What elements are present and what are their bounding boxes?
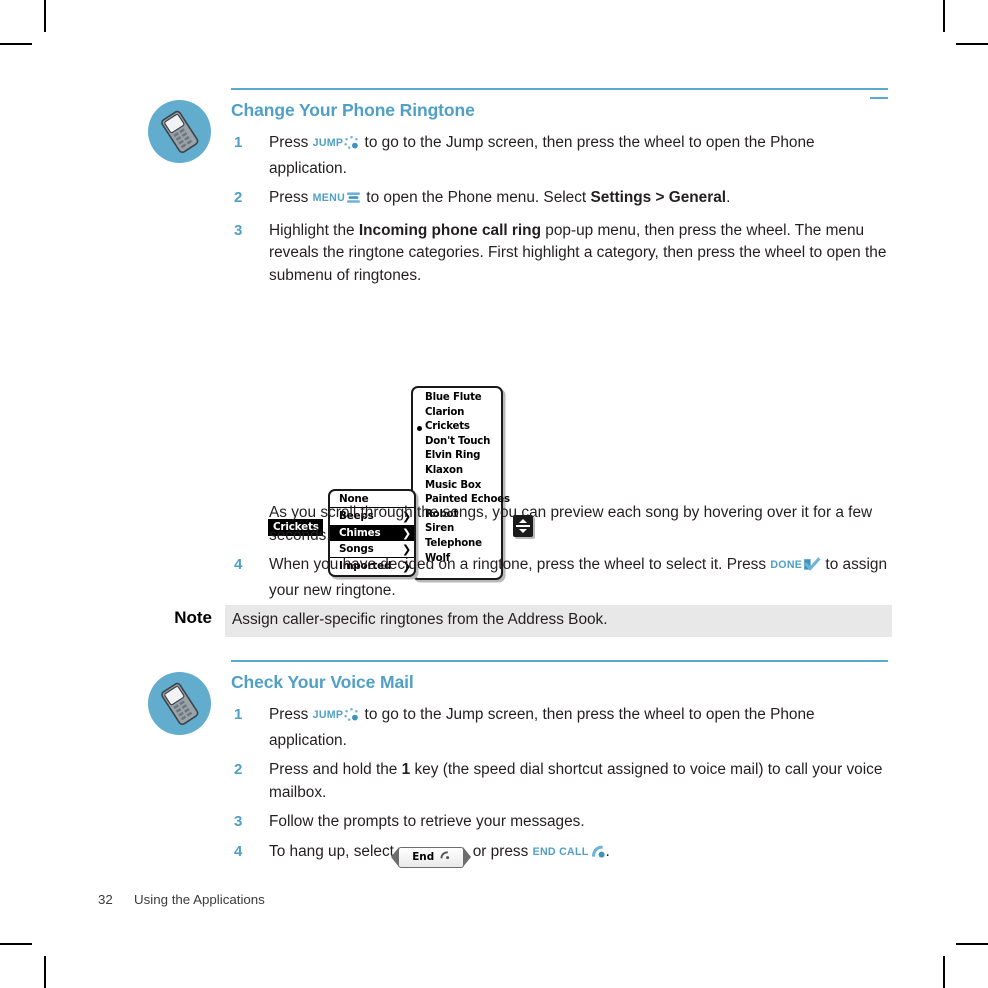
step-text-bold: Incoming phone call ring (358, 221, 541, 239)
list-item: 2 Press MENU to open the Phone menu. Sele… (231, 187, 891, 213)
step-text: Press (269, 706, 313, 723)
list-item: 3 Follow the prompts to retrieve your mes… (231, 811, 891, 834)
end-button-label: End (412, 850, 435, 863)
list-item: 1 Press JUMP to go to the Jump screen, th… (231, 132, 891, 180)
step-number: 4 (234, 556, 243, 574)
phone-app-icon (148, 672, 211, 735)
ringtone-label: Klaxon (425, 464, 463, 476)
list-item[interactable]: Crickets (413, 420, 501, 435)
step-text-bold: Settings > General (590, 189, 727, 207)
ringtone-label: Crickets (425, 421, 470, 433)
crop-mark-bottom-right-vertical (943, 956, 945, 988)
list-item[interactable]: Don't Touch (413, 435, 501, 450)
crop-mark-top-right-vertical (943, 0, 945, 32)
list-item[interactable]: Klaxon (413, 464, 501, 479)
step-text: Press (269, 189, 313, 207)
step-text-end: . (726, 189, 731, 207)
list-item[interactable]: Elvin Ring (413, 449, 501, 464)
steps-list: 1 Press JUMP to go to the Jump screen, th… (231, 132, 891, 295)
step-text-end: . (605, 842, 610, 860)
steps-list-continued: As you scroll through the songs, you can… (231, 500, 891, 609)
crop-mark-bottom-right-horizontal (956, 943, 988, 945)
selected-bullet-icon (417, 425, 422, 431)
step-text: Press and hold the (269, 761, 402, 779)
list-item: 1 Press JUMP to go to the Jump screen, th… (231, 704, 891, 752)
list-item: 4 To hang up, select End , or press END CA… (231, 841, 891, 868)
crop-mark-bottom-left-vertical (44, 956, 46, 988)
phone-handset-icon (439, 851, 450, 863)
list-item[interactable]: Blue Flute (413, 391, 501, 406)
step-number: 1 (234, 706, 243, 723)
done-check-icon (802, 557, 821, 580)
step-text: As you scroll through the songs, you can… (269, 504, 873, 544)
end-call-softkey-button[interactable]: End (391, 846, 472, 868)
step-number: 2 (234, 189, 243, 207)
step-number: 2 (234, 761, 243, 779)
ringtone-label: Don't Touch (425, 435, 491, 447)
section-heading: Change Your Phone Ringtone (231, 100, 475, 120)
crop-mark-top-left-vertical (44, 0, 46, 32)
key-label-done: DONE (770, 559, 803, 572)
list-item: As you scroll through the songs, you can… (231, 502, 891, 547)
step-text: To hang up, select (269, 842, 399, 860)
steps-list: 1 Press JUMP to go to the Jump screen, th… (231, 704, 891, 875)
section-heading: Check Your Voice Mail (231, 672, 414, 692)
ringtone-label: Clarion (425, 406, 465, 418)
step-number: 3 (234, 221, 243, 239)
jump-wheel-icon (343, 707, 360, 730)
crop-mark-bottom-left-horizontal (0, 943, 32, 945)
step-text-cont: , or press (464, 842, 533, 860)
section-rule (231, 88, 888, 90)
manual-page: Change Your Phone Ringtone 1 Press JUMP t… (0, 0, 988, 988)
key-label-end-call: END CALL (532, 845, 589, 858)
menu-bars-icon (345, 190, 362, 213)
step-text: When you have decided on a ringtone, pre… (269, 556, 771, 574)
step-text-bold: 1 (401, 761, 411, 779)
footer-title: Using the Applications (134, 892, 265, 907)
page-footer: 32 Using the Applications (98, 892, 265, 907)
crop-mark-top-left-horizontal (0, 43, 32, 45)
step-text: Follow the prompts to retrieve your mess… (269, 813, 585, 831)
key-label-jump: JUMP (312, 709, 344, 721)
phone-app-icon (148, 100, 211, 163)
key-label-menu: MENU (312, 192, 346, 205)
step-number: 1 (234, 134, 243, 151)
list-item: 2 Press and hold the 1 key (the speed dia… (231, 759, 891, 804)
step-number: 4 (234, 842, 243, 860)
note-label: Note (174, 608, 212, 627)
step-number: 3 (234, 813, 243, 831)
step-text: Highlight the (269, 221, 359, 239)
ringtone-label: Elvin Ring (425, 450, 481, 462)
page-number: 32 (98, 892, 113, 907)
list-item[interactable]: Music Box (413, 479, 501, 494)
step-text-cont: to open the Phone menu. Select (362, 189, 591, 207)
end-call-icon (589, 844, 606, 867)
ringtone-label: Music Box (425, 479, 482, 491)
crop-mark-top-right-horizontal (956, 43, 988, 45)
key-label-jump: JUMP (312, 137, 344, 149)
list-item[interactable]: Clarion (413, 406, 501, 421)
jump-wheel-icon (343, 135, 360, 158)
list-item: 3 Highlight the Incoming phone call ring … (231, 220, 891, 288)
ringtone-label: Blue Flute (425, 392, 482, 403)
section-rule (231, 660, 888, 662)
step-text: Press (269, 134, 313, 151)
note-text: Assign caller-specific ringtones from th… (232, 611, 608, 628)
registration-mark-blue (870, 97, 888, 99)
list-item: 4 When you have decided on a ringtone, pr… (231, 554, 891, 602)
